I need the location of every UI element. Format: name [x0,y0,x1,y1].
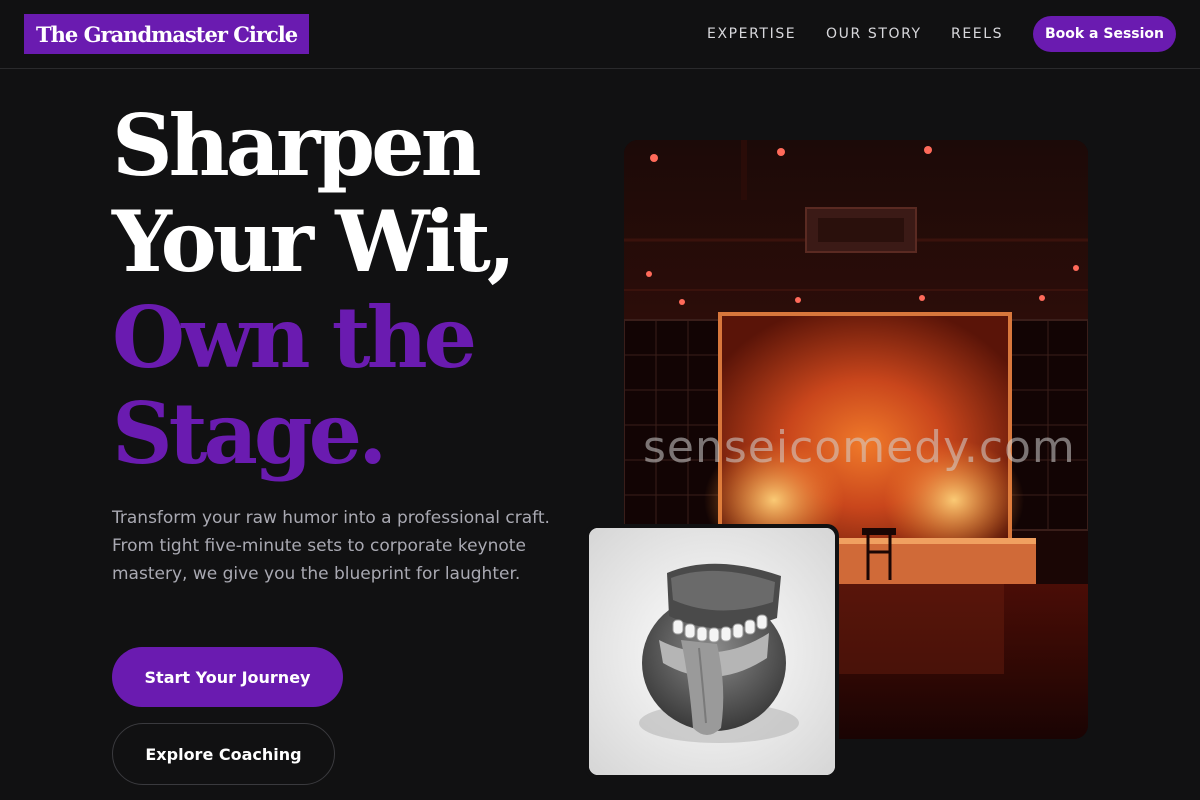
site-header: The Grandmaster Circle EXPERTISE OUR STO… [0,0,1200,69]
hero-subtitle: Transform your raw humor into a professi… [112,508,550,584]
nav-link-expertise[interactable]: EXPERTISE [707,26,796,42]
book-session-button[interactable]: Book a Session [1033,16,1176,52]
nav-link-reels[interactable]: REELS [951,26,1003,42]
logo-text: The Grandmaster Circle [36,21,298,47]
nav-item-expertise[interactable]: EXPERTISE [707,0,796,68]
teeth-illustration [589,528,835,775]
headline-line-1: Sharpen [112,96,482,195]
nav-item-reels[interactable]: REELS [951,0,1003,68]
start-journey-button[interactable]: Start Your Journey [112,647,343,707]
logo[interactable]: The Grandmaster Circle [24,14,310,54]
hero-headline: Sharpen Your Wit, Own the Stage. [112,98,582,482]
explore-coaching-button[interactable]: Explore Coaching [112,723,335,785]
headline-line-3: Own the [112,288,477,387]
headline-line-4: Stage. [112,384,387,483]
chattering-teeth-frame [589,528,835,775]
headline-line-2: Your Wit, [112,192,516,291]
watermark-text: senseicomedy.com [643,422,1076,473]
nav-item-our-story[interactable]: OUR STORY [826,0,922,68]
chattering-teeth-photo [585,524,839,779]
nav-link-our-story[interactable]: OUR STORY [826,26,922,42]
